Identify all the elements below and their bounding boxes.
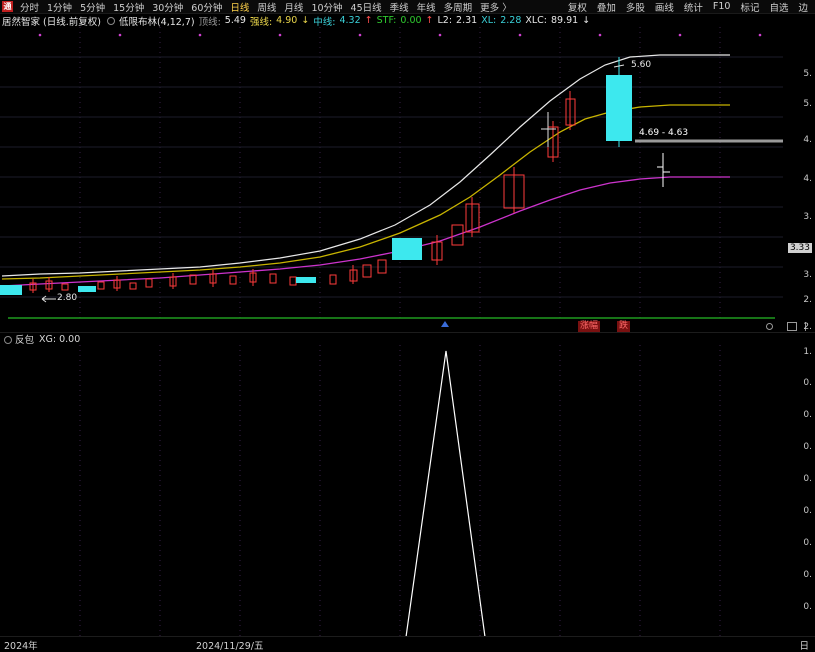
price-tick-6: 3. (803, 270, 812, 280)
main-price-chart[interactable]: 5.60 4.69 - 4.63 2.80 5. 5. 4. 4. 3. 3.3… (0, 27, 815, 332)
sub-chart-header: 反包 XG: 0.00 (0, 332, 815, 346)
indicator-name[interactable]: 低限布林(4,12,7) (119, 14, 195, 28)
toolbar-right-group: 复权 叠加 多股 画线 统计 F10 标记 自选 边 (563, 0, 813, 14)
chart-square-icon[interactable] (787, 322, 797, 331)
sub-chart-canvas (8, 345, 721, 642)
sub-indicator-name[interactable]: 反包 (15, 332, 34, 346)
toolbar-item-fenshi[interactable]: 分时 (16, 0, 43, 14)
sub-field-label: XG: (39, 333, 57, 345)
sub-vertical-gridlines (79, 345, 721, 641)
top-line-label: 顶线: (198, 16, 221, 28)
trading-app-window: 通 分时 1分钟 5分钟 15分钟 30分钟 60分钟 日线 周线 月线 10分… (0, 0, 815, 652)
toolbar-item-fuquan[interactable]: 复权 (563, 0, 592, 14)
low-price-annotation: 2.80 (57, 293, 78, 303)
l2-value: 2.31 (456, 15, 478, 26)
up-triangle-marker (441, 321, 449, 327)
toolbar-item-60min[interactable]: 60分钟 (187, 0, 226, 14)
range-price-annotation: 4.69 - 4.63 (639, 128, 689, 138)
die-button[interactable]: 跌 (617, 321, 631, 332)
mid-line-arrow-icon: ↑ (364, 15, 373, 26)
xlc-label: XLC: (525, 15, 548, 26)
stf-value: 0.00 (400, 15, 422, 26)
chart-info-line: 居然智家 (日线.前复权) 低限布林(4,12,7) 顶线: 5.49 强线: … (0, 14, 815, 28)
stf-label: STF: (376, 15, 397, 26)
candlesticks-red (29, 98, 576, 291)
toolbar-item-1min[interactable]: 1分钟 (43, 0, 76, 14)
toolbar-item-45day[interactable]: 45日线 (347, 0, 386, 14)
toolbar-item-quarterly[interactable]: 季线 (386, 0, 413, 14)
sub-tick-6: 0. (803, 538, 812, 548)
sub-indicator-chart[interactable]: 1. 0. 0. 0. 0. 0. 0. 0. 0. (0, 345, 815, 645)
candle-latest-white (657, 153, 670, 187)
strong-line-arrow-icon: ↓ (301, 15, 310, 26)
sub-tick-7: 0. (803, 570, 812, 580)
stock-title: 居然智家 (日线.前复权) (2, 16, 101, 28)
toolbar-item-weekly[interactable]: 周线 (253, 0, 280, 14)
price-tick-4: 3. (803, 212, 812, 222)
mid-line-series (1, 176, 730, 287)
toolbar-item-multiperiod[interactable]: 多周期 (440, 0, 477, 14)
xlc-arrow-icon: ↓ (582, 15, 591, 26)
app-logo-icon: 通 (2, 1, 13, 12)
price-tick-highlight: 3.33 (787, 243, 812, 253)
xg-signal-series (8, 350, 663, 642)
strong-line-value: 4.90 (276, 15, 298, 26)
sub-tick-1: 0. (803, 378, 812, 388)
price-axis: 5. 5. 4. 4. 3. 3.33 3. 2. 2. (783, 27, 815, 332)
sub-tick-2: 0. (803, 410, 812, 420)
top-dot-markers (38, 33, 762, 37)
toolbar-item-more[interactable]: 更多 〉 (476, 0, 516, 14)
zhangfu-button[interactable]: 涨幅 (578, 321, 601, 332)
xl-value: 2.28 (500, 15, 522, 26)
sub-tick-8: 0. (803, 602, 812, 612)
toolbar-left-group: 通 分时 1分钟 5分钟 15分钟 30分钟 60分钟 日线 周线 月线 10分… (0, 0, 516, 14)
l2-label: L2: (437, 15, 453, 26)
date-axis-bar: 2024年 2024/11/29/五 日 (0, 636, 815, 652)
sub-field-value: 0.00 (59, 333, 81, 345)
sub-tick-5: 0. (803, 506, 812, 516)
price-tick-2: 4. (803, 135, 812, 145)
chart-circle-icon[interactable] (766, 323, 773, 330)
toolbar-item-f10[interactable]: F10 (708, 1, 736, 12)
toolbar-item-yearly[interactable]: 年线 (413, 0, 440, 14)
toolbar-item-bian[interactable]: 边 (793, 0, 813, 14)
toolbar-item-5min[interactable]: 5分钟 (76, 0, 109, 14)
top-toolbar: 通 分时 1分钟 5分钟 15分钟 30分钟 60分钟 日线 周线 月线 10分… (0, 0, 815, 14)
price-tick-0: 5. (803, 69, 812, 79)
mid-line-label: 中线: (313, 16, 336, 28)
high-price-annotation: 5.60 (631, 60, 652, 70)
sub-tick-0: 1. (803, 347, 812, 357)
price-tick-1: 5. (803, 99, 812, 109)
price-chart-canvas (0, 27, 783, 322)
toolbar-item-10min[interactable]: 10分钟 (307, 0, 346, 14)
mid-line-value: 4.32 (339, 15, 361, 26)
sub-indicator-toggle-icon[interactable] (4, 335, 12, 344)
stf-arrow-icon: ↑ (425, 15, 434, 26)
candle-wicks-red (32, 91, 571, 293)
toolbar-item-huaxian[interactable]: 画线 (650, 0, 679, 14)
toolbar-item-15min[interactable]: 15分钟 (109, 0, 148, 14)
chart-bar-icon[interactable]: | (804, 322, 807, 332)
toolbar-item-zixuan[interactable]: 自选 (764, 0, 793, 14)
toolbar-item-biaoji[interactable]: 标记 (735, 0, 764, 14)
toolbar-item-daily[interactable]: 日线 (226, 0, 253, 14)
xl-label: XL: (481, 15, 497, 26)
sub-tick-4: 0. (803, 474, 812, 484)
sub-chart-axis: 1. 0. 0. 0. 0. 0. 0. 0. 0. (783, 345, 815, 645)
toolbar-item-monthly[interactable]: 月线 (280, 0, 307, 14)
top-line-value: 5.49 (224, 15, 246, 26)
price-tick-7: 2. (803, 295, 812, 305)
indicator-toggle-icon[interactable] (106, 17, 115, 25)
toolbar-item-tongji[interactable]: 统计 (679, 0, 708, 14)
price-tick-3: 4. (803, 174, 812, 184)
toolbar-item-30min[interactable]: 30分钟 (148, 0, 187, 14)
xlc-value: 89.91 (551, 15, 579, 26)
candlesticks-cyan (0, 57, 632, 295)
toolbar-item-duogu[interactable]: 多股 (621, 0, 650, 14)
toolbar-item-diejia[interactable]: 叠加 (592, 0, 621, 14)
sub-tick-3: 0. (803, 442, 812, 452)
strong-line-label: 强线: (249, 16, 273, 28)
